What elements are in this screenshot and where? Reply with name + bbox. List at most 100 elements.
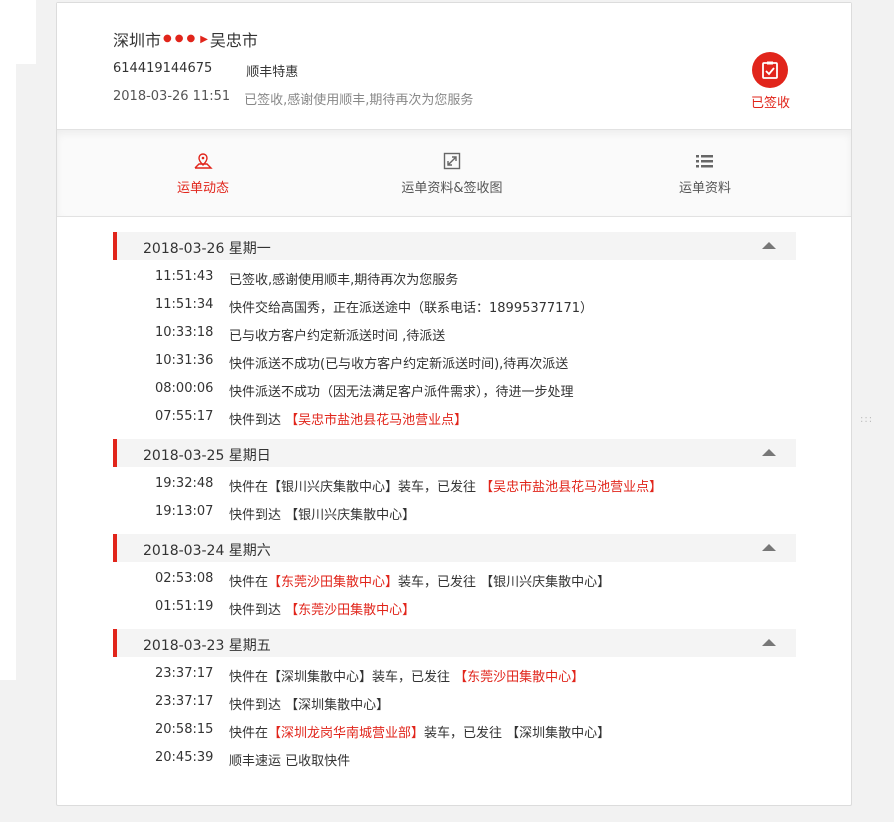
location-link: 【深圳龙岗华南城营业部】 xyxy=(268,726,425,741)
tab-tracking-label: 运单动态 xyxy=(176,180,229,196)
latest-status: 已签收,感谢使用顺丰,期待再次为您服务 xyxy=(244,93,474,108)
event-row: 23:37:17 快件在【深圳集散中心】装车，已发往 【东莞沙田集散中心】 xyxy=(113,661,796,689)
day-group: 2018-03-25 星期日 19:32:48 快件在【银川兴庆集散中心】装车，已… xyxy=(113,439,796,527)
day-header[interactable]: 2018-03-25 星期日 xyxy=(113,439,796,467)
latest-status-line: 2018-03-26 11:51 已签收,感谢使用顺丰,期待再次为您服务 xyxy=(113,89,473,108)
collapse-arrow-icon[interactable] xyxy=(762,242,776,249)
event-text: 快件到达 xyxy=(229,603,286,618)
event-time: 11:51:34 xyxy=(155,297,214,312)
event-time: 23:37:17 xyxy=(155,694,214,709)
expand-image-icon xyxy=(443,151,461,171)
event-text: 快件在 xyxy=(229,726,269,741)
tab-tracking[interactable]: 运单动态 xyxy=(153,130,253,216)
day-group: 2018-03-26 星期一 11:51:43 已签收,感谢使用顺丰,期待再次为您… xyxy=(113,232,796,432)
service-type: 顺丰特惠 xyxy=(246,65,299,80)
event-time: 10:33:18 xyxy=(155,325,214,340)
day-date: 2018-03-24 星期六 xyxy=(143,543,271,559)
event-text: 快件在【银川兴庆集散中心】装车，已发往 xyxy=(229,480,481,495)
event-text: 快件交给高国秀，正在派送途中（联系电话：18995377171） xyxy=(229,301,593,316)
location-link: 【吴忠市盐池县花马池营业点】 xyxy=(480,480,663,495)
tab-waybill-signature[interactable]: 运单资料&签收图 xyxy=(387,130,517,216)
event-description: 快件到达 【吴忠市盐池县花马池营业点】 xyxy=(229,409,467,428)
tab-bar: 运单动态 运单资料&签收图 运单资料 xyxy=(57,129,851,217)
event-time: 20:58:15 xyxy=(155,722,214,737)
event-row: 11:51:43 已签收,感谢使用顺丰,期待再次为您服务 xyxy=(113,264,796,292)
day-date: 2018-03-26 星期一 xyxy=(143,241,271,257)
event-row: 20:58:15 快件在【深圳龙岗华南城营业部】装车，已发往 【深圳集散中心】 xyxy=(113,717,796,745)
event-list: 11:51:43 已签收,感谢使用顺丰,期待再次为您服务 11:51:34 快件交给高… xyxy=(113,260,796,432)
event-list: 23:37:17 快件在【深圳集散中心】装车，已发往 【东莞沙田集散中心】 23:3… xyxy=(113,657,796,773)
event-time: 20:45:39 xyxy=(155,750,214,765)
event-description: 快件在【深圳龙岗华南城营业部】装车，已发往 【深圳集散中心】 xyxy=(229,722,610,741)
event-text: 快件在【深圳集散中心】装车，已发往 xyxy=(229,670,455,685)
event-description: 快件到达 【银川兴庆集散中心】 xyxy=(229,504,415,523)
day-header[interactable]: 2018-03-24 星期六 xyxy=(113,534,796,562)
event-time: 01:51:19 xyxy=(155,599,214,614)
event-time: 08:00:06 xyxy=(155,381,214,396)
location-link: 【东莞沙田集散中心】 xyxy=(268,575,399,590)
event-time: 19:32:48 xyxy=(155,476,214,491)
event-time: 19:13:07 xyxy=(155,504,214,519)
event-text: 快件在 xyxy=(229,575,269,590)
event-row: 07:55:17 快件到达 【吴忠市盐池县花马池营业点】 xyxy=(113,404,796,432)
event-row: 19:32:48 快件在【银川兴庆集散中心】装车，已发往 【吴忠市盐池县花马池营业… xyxy=(113,471,796,499)
collapse-arrow-icon[interactable] xyxy=(762,449,776,456)
event-text: 装车，已发往 【深圳集散中心】 xyxy=(424,726,611,741)
event-text: 快件到达 【深圳集散中心】 xyxy=(229,698,390,713)
event-text: 已签收,感谢使用顺丰,期待再次为您服务 xyxy=(229,273,459,288)
event-time: 07:55:17 xyxy=(155,409,214,424)
event-description: 快件在【银川兴庆集散中心】装车，已发往 【吴忠市盐池县花马池营业点】 xyxy=(229,476,662,495)
event-description: 快件派送不成功(已与收方客户约定新派送时间),待再次派送 xyxy=(229,353,568,372)
location-link: 【东莞沙田集散中心】 xyxy=(454,670,585,685)
waybill-number: 614419144675 xyxy=(113,61,213,76)
collapse-arrow-icon[interactable] xyxy=(762,639,776,646)
signed-status-label: 已签收 xyxy=(751,96,791,111)
route-dots-icon: ●●● xyxy=(163,32,199,44)
event-text: 快件派送不成功(已与收方客户约定新派送时间),待再次派送 xyxy=(229,357,569,372)
event-description: 快件到达 【深圳集散中心】 xyxy=(229,694,389,713)
event-row: 10:33:18 已与收方客户约定新派送时间 ,待派送 xyxy=(113,320,796,348)
location-link: 【吴忠市盐池县花马池营业点】 xyxy=(285,413,468,428)
event-row: 01:51:19 快件到达 【东莞沙田集散中心】 xyxy=(113,594,796,622)
event-row: 11:51:34 快件交给高国秀，正在派送途中（联系电话：18995377171） xyxy=(113,292,796,320)
event-description: 已签收,感谢使用顺丰,期待再次为您服务 xyxy=(229,269,458,288)
event-text: 顺丰速运 已收取快件 xyxy=(229,754,351,769)
event-description: 快件派送不成功（因无法满足客户派件需求），待进一步处理 xyxy=(229,381,574,400)
route-arrow-icon: ▶ xyxy=(200,33,208,45)
left-page-strip xyxy=(0,0,36,64)
event-text: 快件派送不成功（因无法满足客户派件需求），待进一步处理 xyxy=(229,385,574,400)
day-date: 2018-03-23 星期五 xyxy=(143,638,271,654)
left-page-strip-lower xyxy=(0,64,16,680)
list-icon xyxy=(695,151,715,171)
day-group: 2018-03-24 星期六 02:53:08 快件在【东莞沙田集散中心】装车，已… xyxy=(113,534,796,622)
day-header[interactable]: 2018-03-26 星期一 xyxy=(113,232,796,260)
tracking-header: 深圳市 ●●● ▶ 吴忠市 614419144675 顺丰特惠 2018-03-… xyxy=(57,3,851,129)
event-description: 快件在【东莞沙田集散中心】装车，已发往 【银川兴庆集散中心】 xyxy=(229,571,610,590)
event-description: 已与收方客户约定新派送时间 ,待派送 xyxy=(229,325,445,344)
day-group: 2018-03-23 星期五 23:37:17 快件在【深圳集散中心】装车，已发往… xyxy=(113,629,796,773)
tracking-card: 深圳市 ●●● ▶ 吴忠市 614419144675 顺丰特惠 2018-03-… xyxy=(56,2,852,806)
clipboard-check-icon xyxy=(752,52,788,88)
event-text: 快件到达 【银川兴庆集散中心】 xyxy=(229,508,416,523)
event-time: 02:53:08 xyxy=(155,571,214,586)
event-row: 08:00:06 快件派送不成功（因无法满足客户派件需求），待进一步处理 xyxy=(113,376,796,404)
event-row: 19:13:07 快件到达 【银川兴庆集散中心】 xyxy=(113,499,796,527)
event-description: 快件交给高国秀，正在派送途中（联系电话：18995377171） xyxy=(229,297,593,316)
event-description: 快件在【深圳集散中心】装车，已发往 【东莞沙田集散中心】 xyxy=(229,666,584,685)
route-line: 深圳市 ●●● ▶ 吴忠市 xyxy=(113,27,258,51)
event-list: 19:32:48 快件在【银川兴庆集散中心】装车，已发往 【吴忠市盐池县花马池营业… xyxy=(113,467,796,527)
event-text: 快件到达 xyxy=(229,413,286,428)
map-pin-icon xyxy=(193,151,213,171)
event-description: 快件到达 【东莞沙田集散中心】 xyxy=(229,599,415,618)
day-date: 2018-03-25 星期日 xyxy=(143,448,271,464)
event-text: 装车，已发往 【银川兴庆集散中心】 xyxy=(398,575,611,590)
tab-waybill-info-label: 运单资料 xyxy=(678,180,731,196)
day-header[interactable]: 2018-03-23 星期五 xyxy=(113,629,796,657)
origin-city: 深圳市 xyxy=(113,31,162,50)
event-row: 23:37:17 快件到达 【深圳集散中心】 xyxy=(113,689,796,717)
tab-waybill-info[interactable]: 运单资料 xyxy=(655,130,755,216)
event-row: 20:45:39 顺丰速运 已收取快件 xyxy=(113,745,796,773)
tab-waybill-signature-label: 运单资料&签收图 xyxy=(401,180,503,196)
collapse-arrow-icon[interactable] xyxy=(762,544,776,551)
scroll-handle-icon[interactable]: ::: xyxy=(860,414,873,425)
